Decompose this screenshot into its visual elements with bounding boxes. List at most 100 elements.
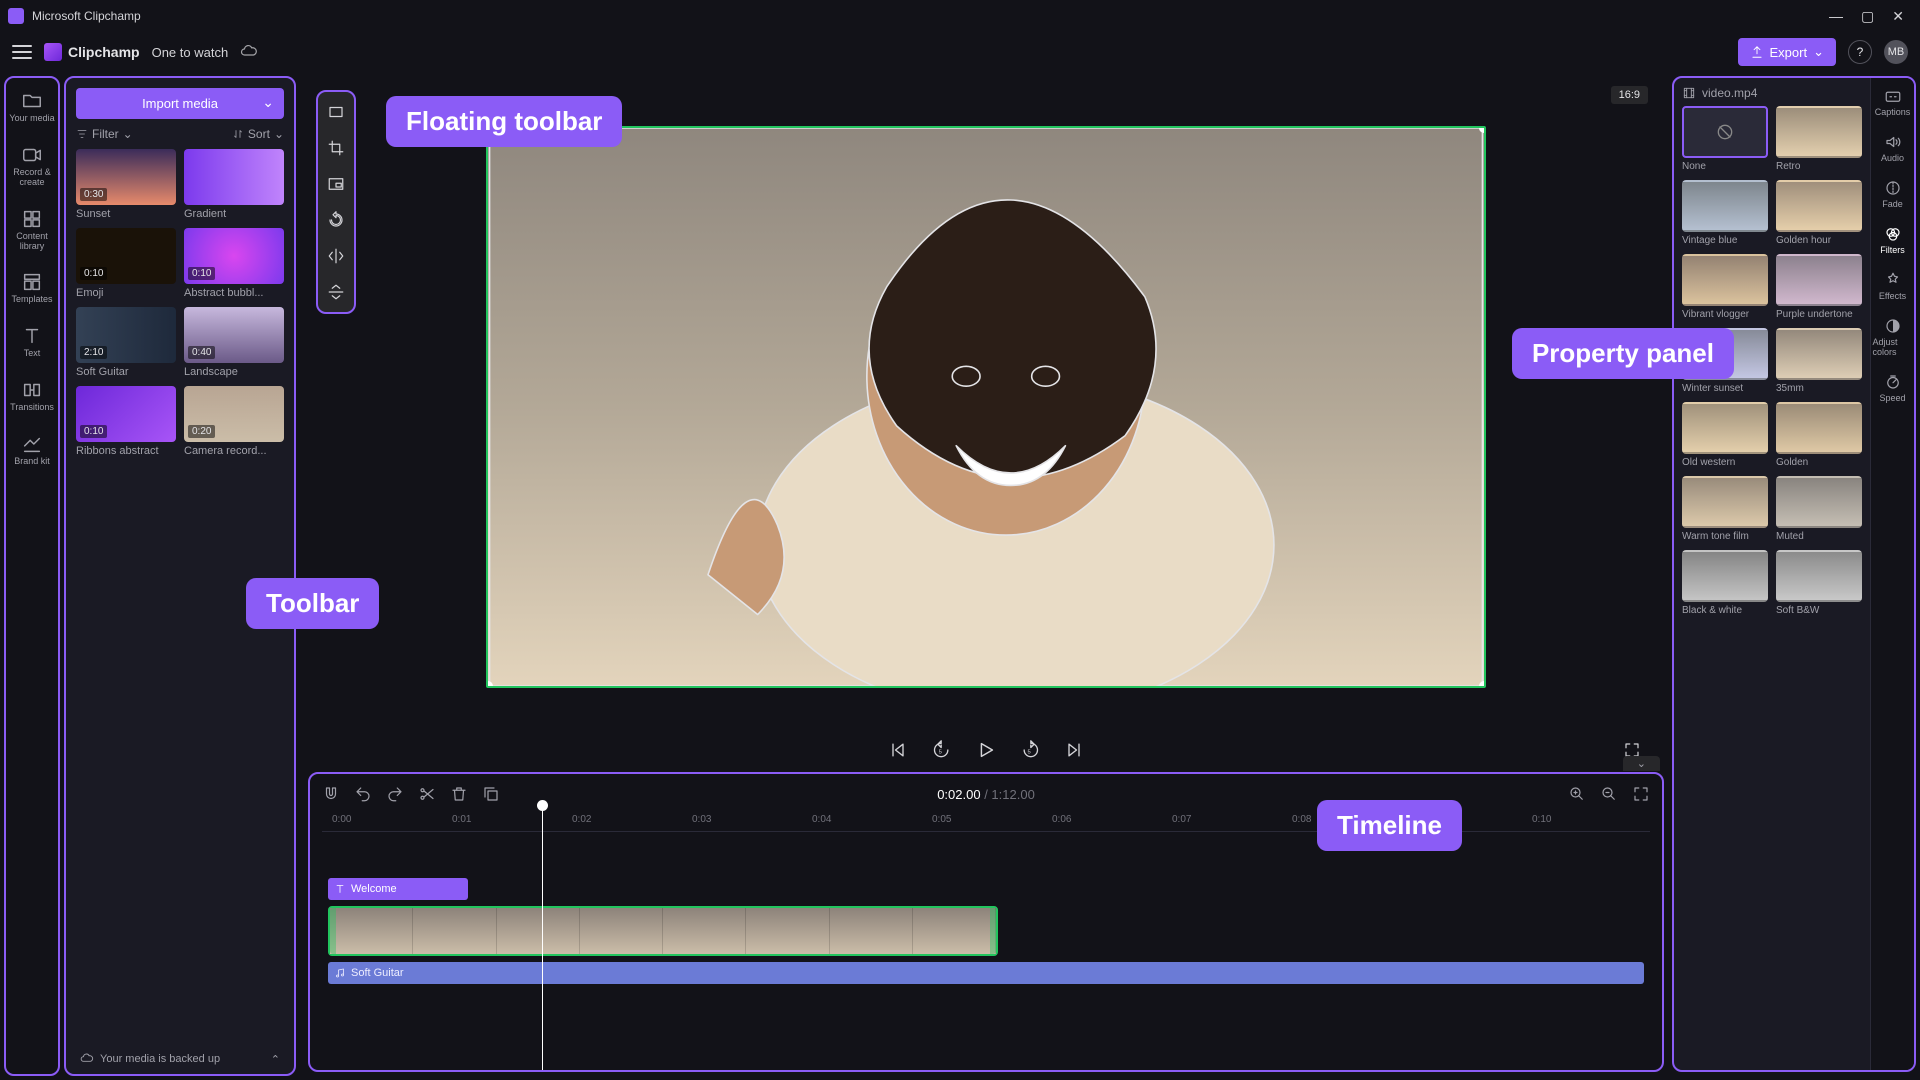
pip-button[interactable]	[324, 172, 348, 196]
property-tab-captions[interactable]: Captions	[1873, 84, 1913, 120]
filter-item[interactable]: 35mm	[1776, 328, 1862, 394]
import-media-button[interactable]: Import media	[76, 88, 284, 119]
filter-item[interactable]: None	[1682, 106, 1768, 172]
text-icon	[334, 883, 346, 895]
resize-handle[interactable]	[1479, 126, 1486, 133]
filter-button[interactable]: Filter ⌄	[76, 127, 133, 141]
help-button[interactable]: ?	[1848, 40, 1872, 64]
filter-item[interactable]: Purple undertone	[1776, 254, 1862, 320]
property-tab-adjust-colors[interactable]: Adjust colors	[1873, 314, 1913, 360]
film-icon	[1682, 86, 1696, 100]
rail-brand-kit[interactable]: Brand kit	[8, 429, 56, 471]
filter-item[interactable]: Vintage blue	[1682, 180, 1768, 246]
media-item[interactable]: 0:20Camera record...	[184, 386, 284, 457]
video-track[interactable]	[322, 906, 1650, 956]
floating-toolbar	[316, 90, 356, 314]
ruler-tick: 0:07	[1172, 814, 1191, 825]
preview-area: Floating toolbar 16:9	[300, 72, 1672, 732]
header-bar: Clipchamp One to watch Export ⌄ ? MB	[0, 32, 1920, 72]
property-tabs-rail: Captions Audio Fade Filters Effects Adjust co…	[1870, 78, 1914, 1070]
video-clip[interactable]	[328, 906, 998, 956]
rail-record-create[interactable]: Record & create	[8, 140, 56, 192]
rail-your-media[interactable]: Your media	[8, 86, 56, 128]
duplicate-button[interactable]	[482, 785, 500, 803]
rail-text[interactable]: Text	[8, 321, 56, 363]
title-bar: Microsoft Clipchamp — ▢ ✕	[0, 0, 1920, 32]
property-tab-effects[interactable]: Effects	[1873, 268, 1913, 304]
property-tab-audio[interactable]: Audio	[1873, 130, 1913, 166]
filter-item[interactable]: Muted	[1776, 476, 1862, 542]
media-item[interactable]: 0:40Landscape	[184, 307, 284, 378]
undo-button[interactable]	[354, 785, 372, 803]
close-button[interactable]: ✕	[1892, 8, 1904, 25]
text-clip[interactable]: Welcome	[328, 878, 468, 900]
minimize-button[interactable]: —	[1829, 8, 1843, 25]
audio-track[interactable]: Soft Guitar	[322, 962, 1650, 984]
collapse-properties-button[interactable]: ⌄	[1623, 756, 1660, 771]
resize-handle[interactable]	[486, 681, 493, 688]
export-button[interactable]: Export ⌄	[1738, 38, 1836, 66]
filter-item[interactable]: Golden hour	[1776, 180, 1862, 246]
brand-icon	[44, 43, 62, 61]
media-item[interactable]: 0:10Emoji	[76, 228, 176, 299]
callout-timeline: Timeline	[1317, 800, 1462, 851]
filter-item[interactable]: Warm tone film	[1682, 476, 1768, 542]
media-item[interactable]: 0:30Sunset	[76, 149, 176, 220]
brand-name: Clipchamp	[68, 44, 140, 60]
rail-content-library[interactable]: Content library	[8, 204, 56, 256]
zoom-out-button[interactable]	[1600, 785, 1618, 803]
flip-horizontal-button[interactable]	[324, 244, 348, 268]
play-button[interactable]	[974, 738, 998, 762]
ruler-tick: 0:01	[452, 814, 471, 825]
upload-icon	[1750, 45, 1764, 59]
chevron-up-icon[interactable]: ⌃	[271, 1053, 280, 1066]
delete-button[interactable]	[450, 785, 468, 803]
rewind-5s-button[interactable]: 5	[930, 738, 954, 762]
maximize-button[interactable]: ▢	[1861, 8, 1874, 25]
property-tab-filters[interactable]: Filters	[1873, 222, 1913, 258]
media-item[interactable]: 0:10Ribbons abstract	[76, 386, 176, 457]
ruler-tick: 0:00	[332, 814, 351, 825]
media-item[interactable]: 2:10Soft Guitar	[76, 307, 176, 378]
filter-item[interactable]: Soft B&W	[1776, 550, 1862, 616]
redo-button[interactable]	[386, 785, 404, 803]
text-track[interactable]: Welcome	[322, 878, 1650, 900]
property-tab-speed[interactable]: Speed	[1873, 370, 1913, 406]
aspect-ratio-badge[interactable]: 16:9	[1611, 86, 1648, 104]
flip-vertical-button[interactable]	[324, 280, 348, 304]
project-name[interactable]: One to watch	[152, 45, 229, 60]
media-item[interactable]: 0:10Abstract bubbl...	[184, 228, 284, 299]
property-panel: video.mp4 NoneRetroVintage blueGolden ho…	[1672, 76, 1916, 1072]
rotate-button[interactable]	[324, 208, 348, 232]
split-button[interactable]	[418, 785, 436, 803]
svg-text:5: 5	[939, 749, 942, 755]
filter-item[interactable]: Black & white	[1682, 550, 1768, 616]
forward-5s-button[interactable]: 5	[1018, 738, 1042, 762]
music-icon	[334, 967, 346, 979]
audio-clip[interactable]: Soft Guitar	[328, 962, 1644, 984]
property-tab-fade[interactable]: Fade	[1873, 176, 1913, 212]
rail-transitions[interactable]: Transitions	[8, 375, 56, 417]
magnet-button[interactable]	[322, 785, 340, 803]
avatar[interactable]: MB	[1884, 40, 1908, 64]
crop-button[interactable]	[324, 136, 348, 160]
skip-forward-button[interactable]	[1062, 738, 1086, 762]
callout-property-panel: Property panel	[1512, 328, 1734, 379]
rail-templates[interactable]: Templates	[8, 267, 56, 309]
resize-handle[interactable]	[1479, 681, 1486, 688]
cloud-sync-icon[interactable]	[240, 43, 258, 61]
filter-item[interactable]: Retro	[1776, 106, 1862, 172]
filter-item[interactable]: Old western	[1682, 402, 1768, 468]
playhead[interactable]	[542, 802, 543, 1070]
filter-item[interactable]: Vibrant vlogger	[1682, 254, 1768, 320]
video-preview[interactable]	[486, 126, 1486, 688]
zoom-in-button[interactable]	[1568, 785, 1586, 803]
sort-button[interactable]: Sort ⌄	[232, 127, 284, 141]
skip-back-button[interactable]	[886, 738, 910, 762]
zoom-fit-button[interactable]	[1632, 785, 1650, 803]
filter-item[interactable]: Golden	[1776, 402, 1862, 468]
fit-button[interactable]	[324, 100, 348, 124]
menu-button[interactable]	[12, 45, 32, 59]
media-item[interactable]: Gradient	[184, 149, 284, 220]
svg-text:5: 5	[1028, 749, 1031, 755]
